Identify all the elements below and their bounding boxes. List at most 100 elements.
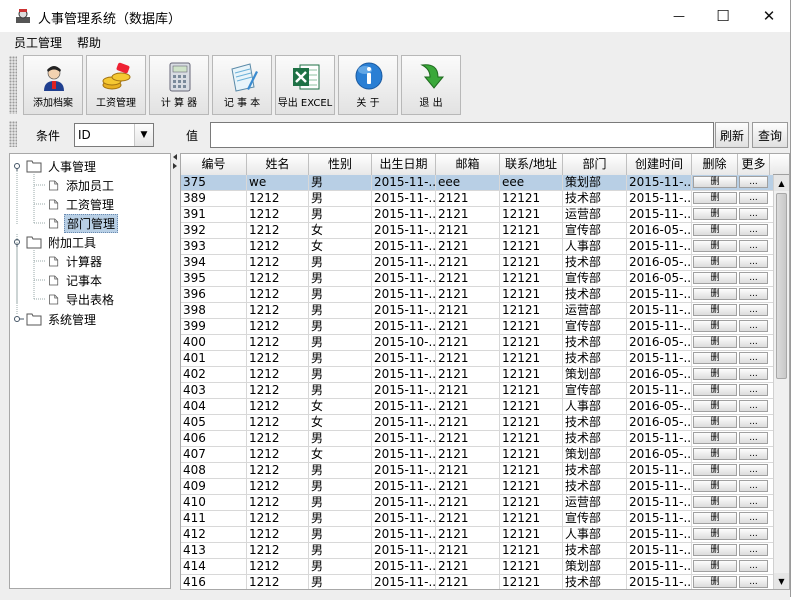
chevron-down-icon[interactable]: ▼: [134, 124, 153, 146]
query-button[interactable]: 查询: [752, 122, 788, 148]
delete-row-button[interactable]: 删: [693, 368, 737, 380]
more-row-button[interactable]: ...: [739, 432, 768, 444]
tree-node[interactable]: 系统管理: [14, 310, 98, 328]
value-input[interactable]: [210, 122, 714, 148]
calculator-button[interactable]: 计 算 器: [149, 55, 209, 115]
tree-expanded-icon[interactable]: [14, 237, 24, 247]
table-row[interactable]: 407 1212 女 2015-11-... 2121 12121 策划部 2016-05-.…: [181, 447, 774, 463]
table-row[interactable]: 413 1212 男 2015-11-... 2121 12121 技术部 2015-11-.…: [181, 543, 774, 559]
delete-row-button[interactable]: 删: [693, 336, 737, 348]
column-header[interactable]: 删除: [692, 154, 738, 175]
table-row[interactable]: 406 1212 男 2015-11-... 2121 12121 技术部 2015-11-.…: [181, 431, 774, 447]
more-row-button[interactable]: ...: [739, 272, 768, 284]
tree-node[interactable]: 导出表格: [48, 290, 116, 308]
column-header[interactable]: 编号: [181, 154, 247, 175]
table-row[interactable]: 399 1212 男 2015-11-... 2121 12121 宣传部 2015-11-.…: [181, 319, 774, 335]
table-row[interactable]: 400 1212 男 2015-10-... 2121 12121 技术部 2016-05-.…: [181, 335, 774, 351]
column-header[interactable]: 部门: [563, 154, 627, 175]
tree-node[interactable]: 添加员工: [48, 176, 116, 194]
table-row[interactable]: 375 we 男 2015-11-... eee eee 策划部 2015-11-... 删..…: [181, 175, 774, 191]
delete-row-button[interactable]: 删: [693, 352, 737, 364]
table-row[interactable]: 396 1212 男 2015-11-... 2121 12121 技术部 2015-11-.…: [181, 287, 774, 303]
salary-management-button[interactable]: 工资管理: [86, 55, 146, 115]
tree-node[interactable]: 部门管理: [48, 213, 119, 233]
delete-row-button[interactable]: 删: [693, 528, 737, 540]
table-row[interactable]: 412 1212 男 2015-11-... 2121 12121 人事部 2015-11-.…: [181, 527, 774, 543]
table-row[interactable]: 395 1212 男 2015-11-... 2121 12121 宣传部 2016-05-.…: [181, 271, 774, 287]
column-header[interactable]: 性别: [309, 154, 372, 175]
table-row[interactable]: 405 1212 女 2015-11-... 2121 12121 技术部 2016-05-.…: [181, 415, 774, 431]
table-row[interactable]: 393 1212 女 2015-11-... 2121 12121 人事部 2015-11-.…: [181, 239, 774, 255]
menu-help[interactable]: 帮助: [77, 34, 101, 51]
delete-row-button[interactable]: 删: [693, 288, 737, 300]
more-row-button[interactable]: ...: [739, 192, 768, 204]
table-row[interactable]: 410 1212 男 2015-11-... 2121 12121 运营部 2015-11-.…: [181, 495, 774, 511]
delete-row-button[interactable]: 删: [693, 272, 737, 284]
delete-row-button[interactable]: 删: [693, 480, 737, 492]
more-row-button[interactable]: ...: [739, 400, 768, 412]
tree-node[interactable]: 记事本: [48, 271, 104, 289]
refresh-button[interactable]: 刷新: [715, 122, 749, 148]
column-header[interactable]: 联系/地址: [500, 154, 563, 175]
searchbar-grip[interactable]: [9, 121, 17, 147]
column-header[interactable]: 邮箱: [436, 154, 500, 175]
scroll-down-icon[interactable]: ▼: [774, 573, 789, 589]
more-row-button[interactable]: ...: [739, 304, 768, 316]
more-row-button[interactable]: ...: [739, 336, 768, 348]
more-row-button[interactable]: ...: [739, 368, 768, 380]
delete-row-button[interactable]: 删: [693, 560, 737, 572]
add-record-button[interactable]: 添加档案: [23, 55, 83, 115]
exit-button[interactable]: 退 出: [401, 55, 461, 115]
delete-row-button[interactable]: 删: [693, 224, 737, 236]
more-row-button[interactable]: ...: [739, 528, 768, 540]
more-row-button[interactable]: ...: [739, 320, 768, 332]
column-header[interactable]: 更多: [738, 154, 770, 175]
more-row-button[interactable]: ...: [739, 576, 768, 588]
table-row[interactable]: 389 1212 男 2015-11-... 2121 12121 技术部 2015-11-.…: [181, 191, 774, 207]
more-row-button[interactable]: ...: [739, 416, 768, 428]
table-row[interactable]: 402 1212 男 2015-11-... 2121 12121 策划部 2016-05-.…: [181, 367, 774, 383]
more-row-button[interactable]: ...: [739, 384, 768, 396]
delete-row-button[interactable]: 删: [693, 416, 737, 428]
delete-row-button[interactable]: 删: [693, 320, 737, 332]
more-row-button[interactable]: ...: [739, 544, 768, 556]
column-header[interactable]: 出生日期: [372, 154, 436, 175]
maximize-button[interactable]: ☐: [700, 0, 746, 32]
table-row[interactable]: 414 1212 男 2015-11-... 2121 12121 策划部 2015-11-.…: [181, 559, 774, 575]
tree-collapsed-icon[interactable]: [14, 314, 24, 324]
menu-employee-management[interactable]: 员工管理: [14, 34, 62, 51]
scrollbar-thumb[interactable]: [776, 193, 787, 379]
column-header[interactable]: 姓名: [247, 154, 309, 175]
delete-row-button[interactable]: 删: [693, 448, 737, 460]
more-row-button[interactable]: ...: [739, 240, 768, 252]
delete-row-button[interactable]: 删: [693, 512, 737, 524]
more-row-button[interactable]: ...: [739, 480, 768, 492]
table-row[interactable]: 391 1212 男 2015-11-... 2121 12121 运营部 2015-11-.…: [181, 207, 774, 223]
table-row[interactable]: 408 1212 男 2015-11-... 2121 12121 技术部 2015-11-.…: [181, 463, 774, 479]
split-pane-divider[interactable]: [171, 153, 180, 589]
column-header[interactable]: 创建时间: [627, 154, 692, 175]
delete-row-button[interactable]: 删: [693, 400, 737, 412]
more-row-button[interactable]: ...: [739, 352, 768, 364]
scroll-up-icon[interactable]: ▲: [774, 175, 789, 191]
table-row[interactable]: 411 1212 男 2015-11-... 2121 12121 宣传部 2015-11-.…: [181, 511, 774, 527]
table-row[interactable]: 409 1212 男 2015-11-... 2121 12121 技术部 2015-11-.…: [181, 479, 774, 495]
splitter-arrows-icon[interactable]: [171, 153, 180, 173]
table-row[interactable]: 394 1212 男 2015-11-... 2121 12121 技术部 2016-05-.…: [181, 255, 774, 271]
delete-row-button[interactable]: 删: [693, 240, 737, 252]
delete-row-button[interactable]: 删: [693, 208, 737, 220]
table-row[interactable]: 398 1212 男 2015-11-... 2121 12121 运营部 2015-11-.…: [181, 303, 774, 319]
delete-row-button[interactable]: 删: [693, 304, 737, 316]
more-row-button[interactable]: ...: [739, 288, 768, 300]
more-row-button[interactable]: ...: [739, 464, 768, 476]
delete-row-button[interactable]: 删: [693, 464, 737, 476]
table-row[interactable]: 392 1212 女 2015-11-... 2121 12121 宣传部 2016-05-.…: [181, 223, 774, 239]
more-row-button[interactable]: ...: [739, 256, 768, 268]
vertical-scrollbar[interactable]: ▲ ▼: [773, 175, 789, 589]
delete-row-button[interactable]: 删: [693, 496, 737, 508]
about-button[interactable]: 关 于: [338, 55, 398, 115]
minimize-button[interactable]: —: [656, 0, 702, 32]
close-button[interactable]: ✕: [746, 0, 792, 32]
table-row[interactable]: 403 1212 男 2015-11-... 2121 12121 宣传部 2015-11-.…: [181, 383, 774, 399]
more-row-button[interactable]: ...: [739, 224, 768, 236]
